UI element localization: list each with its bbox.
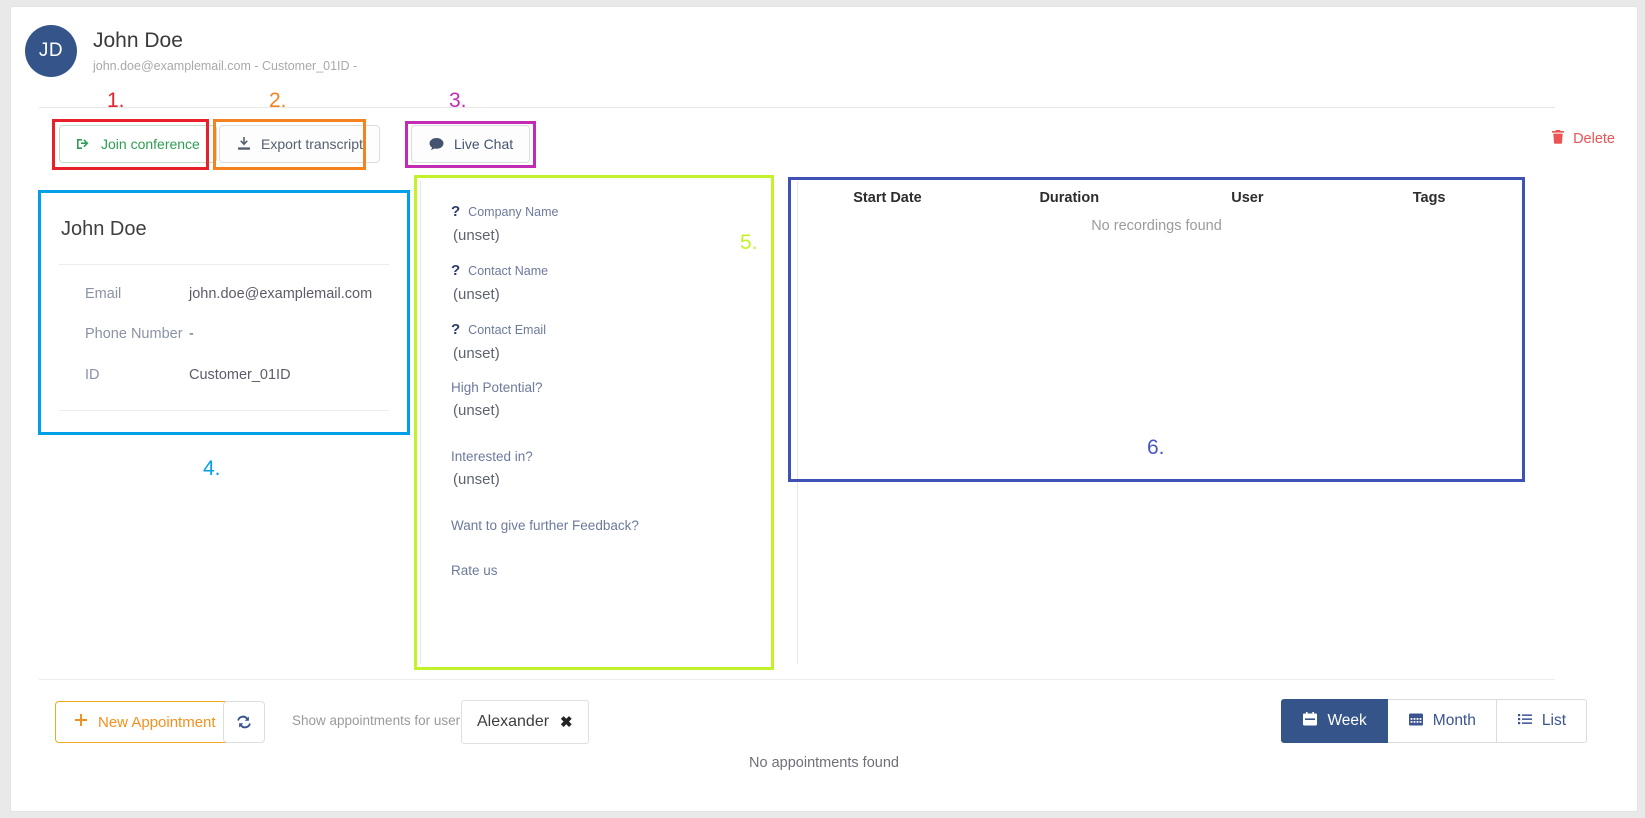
field-value: john.doe@examplemail.com <box>189 286 373 302</box>
view-button-week[interactable]: Week <box>1281 699 1388 743</box>
appointments-toolbar: New Appointment Show appointments for us… <box>11 697 1637 747</box>
field-value: Customer_01ID <box>189 366 291 383</box>
custom-field-label: ? Company Name <box>451 203 768 220</box>
custom-field-interested-in: Interested in? (unset) <box>451 449 768 488</box>
show-appointments-label: Show appointments for user: <box>292 713 464 728</box>
page-title: John Doe <box>93 29 183 52</box>
custom-field-contact-email: ? Contact Email (unset) <box>451 321 768 362</box>
chat-bubble-icon <box>428 136 445 152</box>
selected-user-name: Alexander <box>477 713 550 730</box>
card-divider-top <box>59 264 389 265</box>
custom-field-label: Rate us <box>451 563 768 578</box>
column-header-user[interactable]: User <box>1156 182 1338 216</box>
delete-label: Delete <box>1573 131 1615 147</box>
view-switch-group: Week Month List <box>1281 699 1587 743</box>
column-header-duration[interactable]: Duration <box>982 182 1156 216</box>
view-button-list[interactable]: List <box>1496 699 1587 743</box>
join-conference-button[interactable]: Join conference <box>59 125 217 163</box>
custom-field-further-feedback: Want to give further Feedback? <box>451 518 768 533</box>
field-label: ID <box>85 366 100 383</box>
refresh-icon[interactable] <box>223 701 265 743</box>
column-header-start-date[interactable]: Start Date <box>793 182 982 216</box>
question-mark-icon: ? <box>451 262 461 279</box>
selected-user-chip[interactable]: Alexander ✖ <box>461 700 589 744</box>
question-mark-icon: ? <box>451 321 461 338</box>
customer-field-email: Email john.doe@examplemail.com <box>43 283 405 305</box>
close-icon[interactable]: ✖ <box>560 713 573 731</box>
customer-field-phone: Phone Number - <box>43 323 405 345</box>
custom-field-high-potential: High Potential? (unset) <box>451 380 768 419</box>
page-container: JD John Doe john.doe@examplemail.com - C… <box>10 6 1638 812</box>
export-transcript-label: Export transcript <box>261 136 363 152</box>
table-header-row: Start Date Duration User Tags <box>793 182 1520 216</box>
custom-fields-panel: ? Company Name (unset) ? Contact Name (u… <box>420 181 768 664</box>
annotation-number-6: 6. <box>1147 436 1165 459</box>
view-button-label: Month <box>1432 712 1476 729</box>
custom-field-label: Interested in? <box>451 449 768 464</box>
export-transcript-button[interactable]: Export transcript <box>219 125 380 163</box>
recordings-panel: Start Date Duration User Tags No recordi… <box>793 182 1520 477</box>
custom-field-label-text: High Potential? <box>451 380 543 395</box>
field-value: - <box>189 326 194 343</box>
custom-field-label-text: Company Name <box>468 205 559 219</box>
field-label: Phone Number <box>85 326 183 343</box>
annotation-number-5: 5. <box>740 231 758 254</box>
custom-field-label-text: Want to give further Feedback? <box>451 518 639 533</box>
recordings-empty-message: No recordings found <box>1091 218 1222 234</box>
customer-card-title: John Doe <box>61 218 147 240</box>
join-conference-label: Join conference <box>101 136 200 152</box>
custom-field-value[interactable]: (unset) <box>451 227 768 244</box>
question-mark-icon: ? <box>451 203 461 220</box>
field-label: Email <box>85 286 122 302</box>
new-appointment-button[interactable]: New Appointment <box>55 701 235 743</box>
refresh-glyph <box>237 715 251 729</box>
sign-in-icon <box>76 136 92 152</box>
custom-field-value[interactable]: (unset) <box>451 471 768 488</box>
column-header-tags[interactable]: Tags <box>1338 182 1520 216</box>
delete-button[interactable]: Delete <box>1551 129 1615 149</box>
live-chat-button[interactable]: Live Chat <box>411 125 531 163</box>
view-button-label: List <box>1541 712 1566 729</box>
card-divider-bottom <box>59 410 389 412</box>
customer-detail-card: John Doe Email john.doe@examplemail.com … <box>43 196 405 430</box>
trash-icon <box>1551 129 1565 149</box>
avatar: JD <box>25 25 77 77</box>
view-button-label: Week <box>1327 712 1367 729</box>
new-appointment-label: New Appointment <box>98 713 216 731</box>
customer-identity: John Doe john.doe@examplemail.com - Cust… <box>93 25 357 73</box>
custom-field-contact-name: ? Contact Name (unset) <box>451 262 768 303</box>
recordings-table: Start Date Duration User Tags <box>793 182 1520 216</box>
toolbar-divider <box>39 679 1555 680</box>
customer-header: JD John Doe john.doe@examplemail.com - C… <box>25 25 357 77</box>
live-chat-label: Live Chat <box>454 136 514 152</box>
view-button-month[interactable]: Month <box>1387 699 1497 743</box>
header-divider <box>39 107 1555 108</box>
appointments-empty-message: No appointments found <box>749 755 899 771</box>
customer-subtitle: john.doe@examplemail.com - Customer_01ID… <box>93 59 358 74</box>
custom-field-label: ? Contact Name <box>451 262 768 279</box>
annotation-number-3: 3. <box>449 89 467 112</box>
calendar-month-icon <box>1408 711 1424 732</box>
custom-field-rate-us: Rate us <box>451 563 768 578</box>
annotation-number-1: 1. <box>107 89 125 112</box>
custom-field-label-text: Rate us <box>451 563 498 578</box>
annotation-number-4: 4. <box>203 457 221 480</box>
custom-field-label: High Potential? <box>451 380 768 395</box>
custom-field-company-name: ? Company Name (unset) <box>451 203 768 244</box>
plus-icon <box>74 713 88 731</box>
download-icon <box>236 136 252 152</box>
custom-field-value[interactable]: (unset) <box>451 402 768 419</box>
custom-field-label: Want to give further Feedback? <box>451 518 768 533</box>
custom-field-label-text: Contact Name <box>468 264 549 278</box>
calendar-week-icon <box>1302 711 1318 732</box>
annotation-number-2: 2. <box>269 89 287 112</box>
custom-field-label: ? Contact Email <box>451 321 768 338</box>
custom-field-value[interactable]: (unset) <box>451 345 768 362</box>
custom-field-label-text: Interested in? <box>451 449 533 464</box>
custom-field-value[interactable]: (unset) <box>451 286 768 303</box>
customer-field-id: ID Customer_01ID <box>43 364 405 386</box>
list-icon <box>1517 711 1533 732</box>
custom-field-label-text: Contact Email <box>468 323 546 337</box>
